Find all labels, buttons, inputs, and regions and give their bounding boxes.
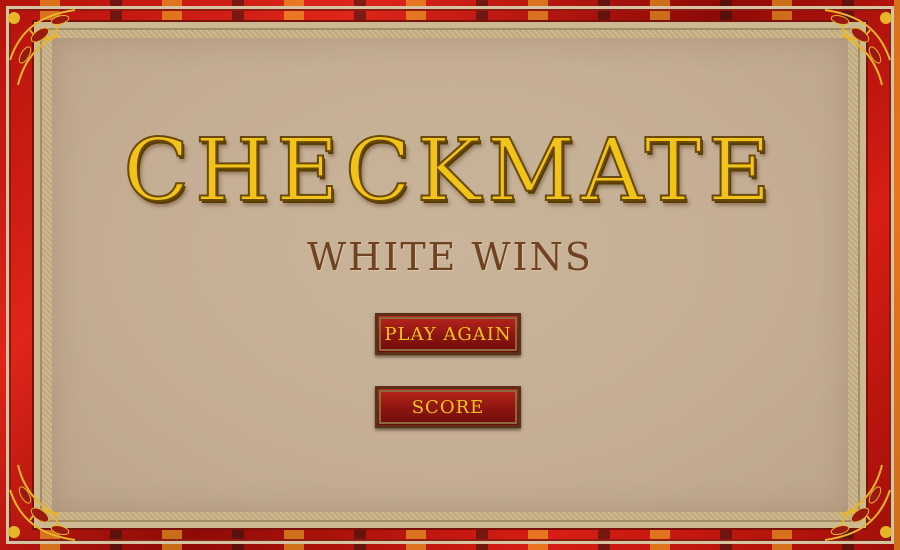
- play-again-button[interactable]: PLAY AGAIN: [375, 313, 521, 355]
- floral-ornament-icon: [824, 464, 892, 541]
- floral-ornament-icon: [8, 464, 76, 541]
- winner-subtitle: WHITE WINS: [307, 235, 593, 279]
- floral-ornament-icon: [8, 9, 76, 86]
- checkmate-title: CHECKMATE: [122, 121, 777, 221]
- game-frame: CHECKMATE WHITE WINS PLAY AGAIN SCORE: [0, 0, 900, 550]
- floral-ornament-icon: [824, 9, 892, 86]
- score-button[interactable]: SCORE: [375, 386, 521, 428]
